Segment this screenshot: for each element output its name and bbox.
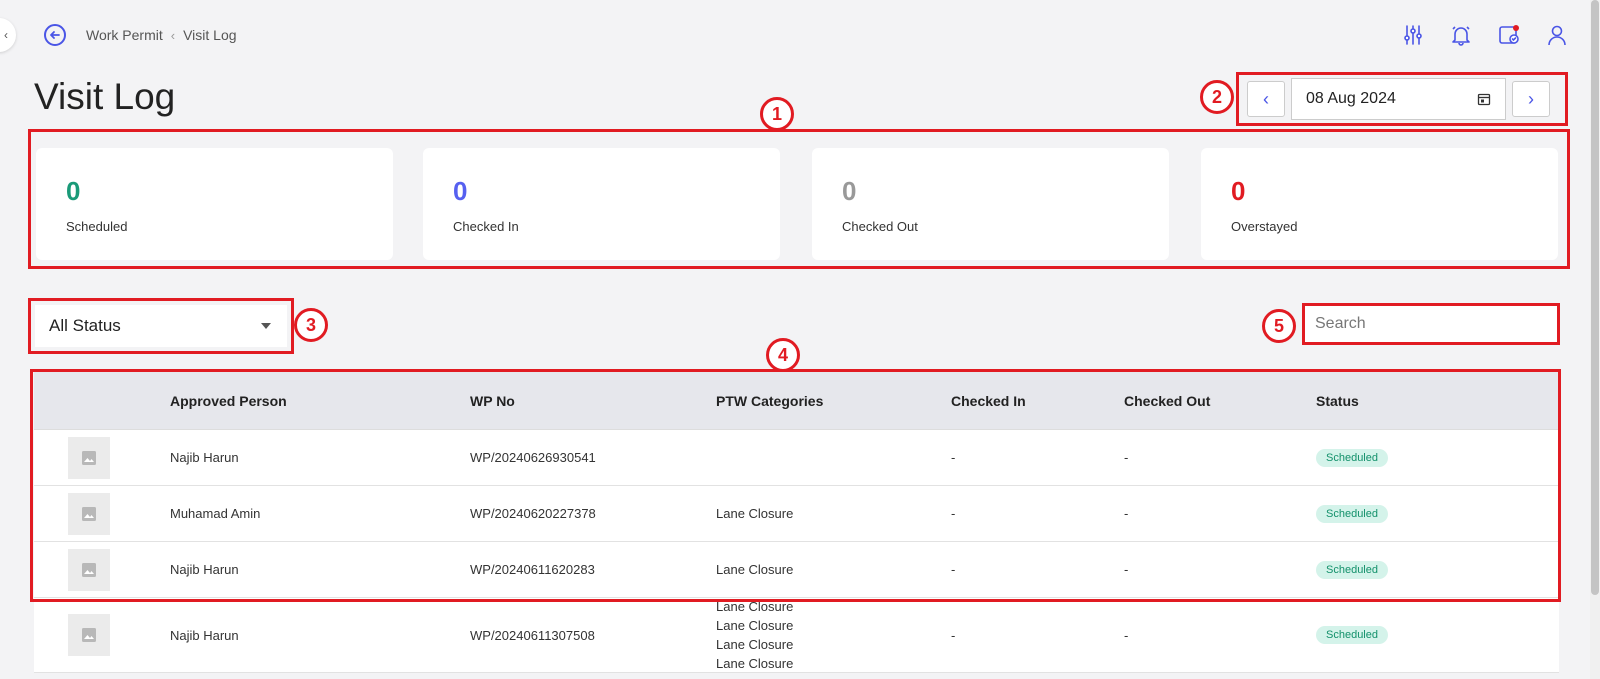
header-wp-no[interactable]: WP No [470,393,716,409]
chevron-left-icon: ‹ [1263,88,1269,109]
photo-cell [34,492,134,535]
previous-date-button[interactable]: ‹ [1247,81,1285,117]
top-icons [1400,22,1570,48]
wp-no: WP/20240611307508 [470,627,595,643]
ptw-category: Lane Closure [716,562,794,577]
image-placeholder-icon [68,548,110,591]
stat-value: 0 [453,176,468,206]
stat-card-scheduled[interactable]: 0 Scheduled [36,148,393,260]
date-navigator: ‹ 08 Aug 2024 › [1236,72,1568,126]
photo-cell [34,614,134,656]
status-cell: Scheduled [1316,626,1559,644]
next-date-button[interactable]: › [1512,81,1550,117]
image-placeholder-icon [68,492,110,535]
stat-label: Checked Out [842,219,918,234]
ptw-category: Lane Closure [716,599,794,614]
breadcrumb: Work Permit ‹ Visit Log [86,27,237,43]
calendar-check-icon[interactable] [1496,22,1522,48]
calendar-icon [1477,93,1491,106]
table-row[interactable]: Najib Harun WP/20240611620283 Lane Closu… [34,542,1559,598]
checked-out: - [1124,450,1129,465]
filter-sliders-icon[interactable] [1400,22,1426,48]
status-badge: Scheduled [1316,504,1388,523]
breadcrumb-parent-link[interactable]: Work Permit [86,27,163,43]
checked-out: - [1124,627,1129,643]
header-checked-in[interactable]: Checked In [951,393,1124,409]
page-title: Visit Log [34,76,176,117]
stat-label: Overstayed [1231,219,1298,234]
status-cell: Scheduled [1316,560,1559,579]
search-box [1302,303,1560,345]
ptw-category: Lane Closure [716,656,794,671]
user-icon[interactable] [1544,22,1570,48]
ptw-category: Lane Closure [716,637,794,652]
stat-value: 0 [842,176,857,206]
status-badge: Scheduled [1316,626,1388,644]
wp-no: WP/20240626930541 [470,450,596,465]
ptw-category: Lane Closure [716,506,794,521]
table-row[interactable]: Muhamad Amin WP/20240620227378 Lane Clos… [34,486,1559,542]
stat-card-overstayed[interactable]: 0 Overstayed [1201,148,1558,260]
status-badge: Scheduled [1316,448,1388,467]
status-filter-value: All Status [49,316,121,335]
callout-4: 4 [766,338,800,372]
status-cell: Scheduled [1316,504,1559,523]
ptw-category: Lane Closure [716,618,794,633]
image-placeholder-icon [68,436,110,479]
caret-down-icon [261,323,271,329]
page-scrollbar[interactable] [1590,0,1600,679]
wp-no: WP/20240620227378 [470,506,596,521]
breadcrumb-separator-icon: ‹ [170,27,176,43]
callout-5: 5 [1262,309,1296,343]
status-filter-select[interactable]: All Status [28,298,294,354]
stat-label: Scheduled [66,219,128,234]
bell-icon[interactable] [1448,22,1474,48]
stats-summary: 0 Scheduled 0 Checked In 0 Checked Out 0… [28,129,1570,269]
top-bar: Work Permit ‹ Visit Log [0,0,1600,70]
scrollbar-thumb[interactable] [1591,0,1599,595]
checked-in: - [951,506,956,521]
status-cell: Scheduled [1316,448,1559,467]
wp-no: WP/20240611620283 [470,562,595,577]
callout-3: 3 [294,308,328,342]
date-value: 08 Aug 2024 [1306,90,1396,107]
image-placeholder-icon [68,614,110,656]
back-arrow-icon [50,31,60,39]
stat-card-checked-in[interactable]: 0 Checked In [423,148,780,260]
back-button[interactable] [44,24,66,46]
checked-in: - [951,450,956,465]
status-filter-field[interactable]: All Status [35,305,287,347]
callout-1: 1 [760,97,794,131]
chevron-right-icon: › [1528,88,1534,109]
breadcrumb-current: Visit Log [183,27,237,43]
header-status[interactable]: Status [1316,393,1559,409]
photo-cell [34,548,134,591]
stat-value: 0 [66,176,81,206]
table-row[interactable]: Najib Harun WP/20240626930541 - - Schedu… [34,430,1559,486]
approved-person: Najib Harun [170,562,239,577]
table-row[interactable]: Najib Harun WP/20240611307508 Lane Closu… [34,598,1559,673]
stat-card-checked-out[interactable]: 0 Checked Out [812,148,1169,260]
callout-2: 2 [1200,80,1234,114]
header-approved-person[interactable]: Approved Person [134,393,470,409]
checked-out: - [1124,562,1129,577]
visit-log-table: Approved Person WP No PTW Categories Che… [34,372,1559,673]
approved-person: Najib Harun [170,627,239,643]
stat-label: Checked In [453,219,519,234]
approved-person: Najib Harun [170,450,239,465]
header-checked-out[interactable]: Checked Out [1124,393,1316,409]
date-field[interactable]: 08 Aug 2024 [1291,78,1506,120]
search-input[interactable] [1315,315,1557,333]
checked-out: - [1124,506,1129,521]
photo-cell [34,436,134,479]
header-ptw-categories[interactable]: PTW Categories [716,393,951,409]
table-header: Approved Person WP No PTW Categories Che… [34,372,1559,430]
checked-in: - [951,562,956,577]
ptw-categories: Lane Closure Lane Closure Lane Closure L… [716,597,951,673]
approved-person: Muhamad Amin [170,506,261,521]
status-badge: Scheduled [1316,560,1388,579]
checked-in: - [951,627,956,643]
stat-value: 0 [1231,176,1246,206]
